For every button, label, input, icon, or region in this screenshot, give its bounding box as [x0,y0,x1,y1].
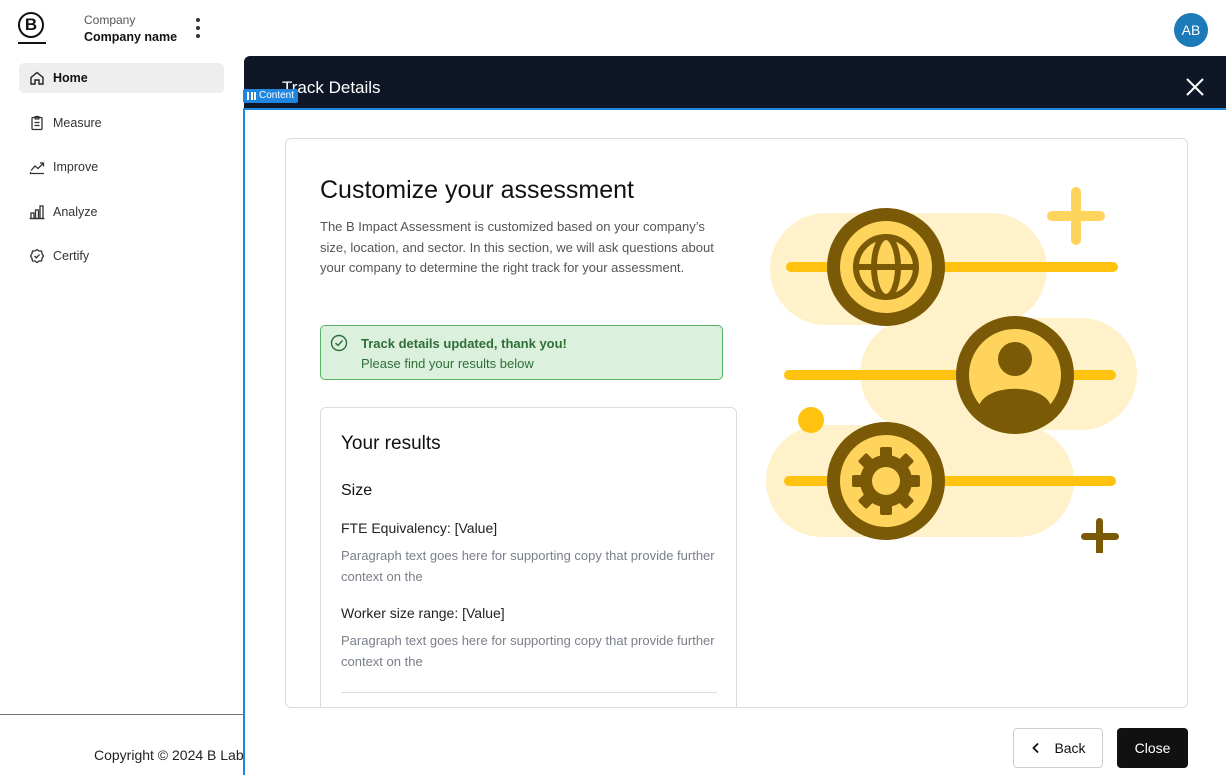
sidebar-item-label: Home [53,71,88,85]
worker-size-range-label: Worker size range: [Value] [341,605,505,621]
b-logo-mark: B [18,12,44,38]
sidebar-divider [0,714,243,715]
company-name: Company name [84,30,178,44]
fte-equivalency-label: FTE Equivalency: [Value] [341,520,498,536]
trend-up-icon [29,162,45,175]
columns-icon [247,92,256,100]
copyright-text: Copyright © 2024 B Lab [94,747,244,763]
check-circle-icon [330,334,348,352]
sidebar-item-improve[interactable]: Improve [19,152,224,182]
alert-text: Please find your results below [361,356,534,371]
sidebar-item-analyze[interactable]: Analyze [19,197,224,227]
track-details-panel: Track Details Content Customize your ass… [243,56,1226,775]
clipboard-icon [31,115,43,130]
card-title: Customize your assessment [320,176,635,204]
sidebar: B Company Company name Home Measure Impr… [0,0,244,775]
assessment-card: Customize your assessment The B Impact A… [285,138,1188,708]
card-description: The B Impact Assessment is customized ba… [320,219,714,275]
sidebar-item-label: Certify [53,249,90,263]
sidebar-item-measure[interactable]: Measure [19,108,224,138]
content-region-tag: Content [243,89,299,103]
worker-size-range-text: Paragraph text goes here for supporting … [341,633,715,669]
close-button[interactable]: Close [1117,728,1188,768]
size-heading: Size [341,482,373,499]
close-icon[interactable] [1184,76,1206,98]
success-alert: Track details updated, thank you! Please… [320,325,723,380]
customize-sliders-illustration [766,187,1137,553]
back-button-label: Back [1054,740,1086,756]
results-card: Your results Size FTE Equivalency: [Valu… [320,407,737,707]
chevron-left-icon [1032,742,1040,754]
bar-chart-icon [29,204,45,219]
sidebar-nav: Home Measure Improve Analyze Certify [19,63,224,286]
content-tag-label: Content [259,90,295,101]
alert-title: Track details updated, thank you! [361,336,567,351]
badge-check-icon [29,248,45,264]
sidebar-item-label: Measure [53,115,102,130]
company-kicker: Company [84,13,136,27]
sidebar-item-home[interactable]: Home [19,63,224,93]
user-avatar[interactable]: AB [1174,13,1208,47]
panel-header: Track Details [244,56,1226,108]
sidebar-item-label: Improve [53,160,99,174]
company-menu-kebab-icon[interactable] [192,16,204,40]
results-title: Your results [341,433,441,454]
results-divider [341,692,717,693]
sidebar-item-certify[interactable]: Certify [19,241,224,271]
fte-equivalency-text: Paragraph text goes here for supporting … [341,548,715,584]
b-logo-underline [18,42,46,44]
sidebar-item-label: Analyze [53,204,98,219]
back-button[interactable]: Back [1013,728,1103,768]
b-lab-logo[interactable]: B [18,12,46,44]
home-icon [30,71,44,85]
